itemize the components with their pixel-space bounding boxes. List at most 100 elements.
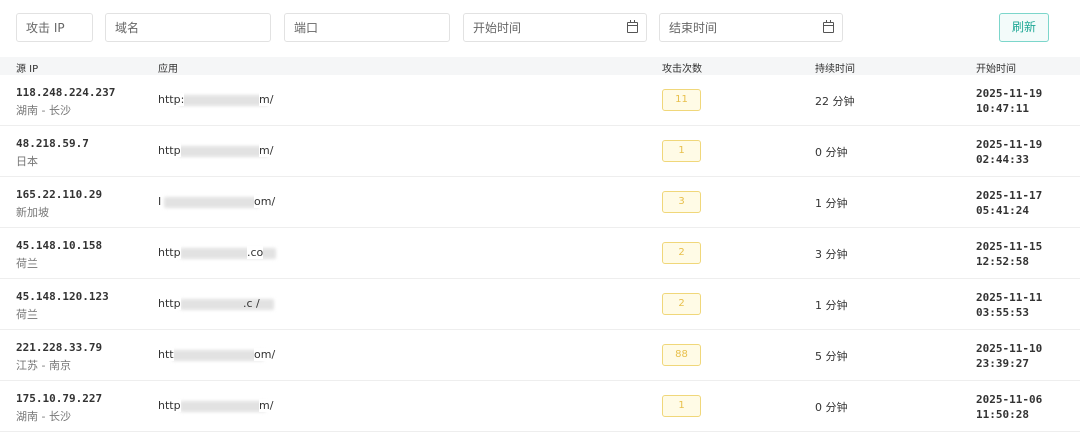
- attack-count-badge: 1: [662, 140, 701, 162]
- port-field[interactable]: [284, 13, 450, 42]
- table-row[interactable]: 118.248.224.237 湖南 - 长沙 http: m/ 11 22 分…: [0, 75, 1080, 126]
- column-header-start-time[interactable]: 开始时间: [976, 60, 1016, 75]
- attack-count-badge: 1: [662, 395, 701, 417]
- app-url-suffix: .c /: [243, 297, 260, 310]
- ip-location: 江苏 - 南京: [16, 359, 71, 372]
- app-url[interactable]: I om/: [158, 195, 276, 211]
- table-row[interactable]: 48.218.59.7 日本 http m/ 1 0 分钟 2025-11-19…: [0, 126, 1080, 177]
- attack-count-badge: 11: [662, 89, 701, 111]
- source-ip: 118.248.224.237: [16, 86, 116, 99]
- source-ip: 45.148.10.158: [16, 239, 103, 252]
- start-time: 2025-11-17 05:41:24: [976, 188, 1042, 218]
- column-header-attack-count[interactable]: 攻击次数: [662, 60, 702, 75]
- duration: 0 分钟: [815, 401, 848, 414]
- start-clock: 03:55:53: [976, 306, 1029, 319]
- attack-count-badge: 2: [662, 242, 701, 264]
- attack-ip-input[interactable]: [26, 14, 92, 41]
- redacted-blur: [172, 350, 264, 361]
- duration: 1 分钟: [815, 197, 848, 210]
- ip-location: 新加坡: [16, 206, 49, 219]
- app-url[interactable]: http: m/: [158, 93, 276, 109]
- start-time: 2025-11-10 23:39:27: [976, 341, 1042, 371]
- start-clock: 05:41:24: [976, 204, 1029, 217]
- start-clock: 02:44:33: [976, 153, 1029, 166]
- app-url-prefix: I: [158, 195, 162, 208]
- attack-count-badge: 88: [662, 344, 701, 366]
- app-url[interactable]: http .co: [158, 246, 276, 262]
- duration: 0 分钟: [815, 146, 848, 159]
- filter-bar: 刷新: [0, 0, 1080, 57]
- app-url-suffix: m/: [259, 93, 274, 106]
- table-row[interactable]: 221.228.33.79 江苏 - 南京 htt om/ 88 5 分钟 20…: [0, 330, 1080, 381]
- attack-ip-field[interactable]: [16, 13, 93, 42]
- table-row[interactable]: 45.148.10.158 荷兰 http .co 2 3 分钟 2025-11…: [0, 228, 1080, 279]
- column-header-duration[interactable]: 持续时间: [815, 60, 855, 75]
- app-url[interactable]: http m/: [158, 144, 276, 160]
- duration: 1 分钟: [815, 299, 848, 312]
- duration: 22 分钟: [815, 95, 855, 108]
- start-date: 2025-11-06: [976, 393, 1043, 406]
- redacted-blur: [178, 95, 268, 106]
- app-url[interactable]: http .c /: [158, 297, 276, 313]
- table-header: 源 IP 应用 攻击次数 持续时间 开始时间: [0, 57, 1080, 75]
- port-input[interactable]: [294, 14, 449, 41]
- start-date: 2025-11-19: [976, 138, 1043, 151]
- attack-count-badge: 2: [662, 293, 701, 315]
- ip-location: 湖南 - 长沙: [16, 410, 71, 423]
- ip-location: 日本: [16, 155, 38, 168]
- start-time-input[interactable]: [473, 14, 623, 41]
- ip-location: 荷兰: [16, 257, 38, 270]
- start-time: 2025-11-11 03:55:53: [976, 290, 1042, 320]
- source-ip: 165.22.110.29: [16, 188, 103, 201]
- table-row[interactable]: 165.22.110.29 新加坡 I om/ 3 1 分钟 2025-11-1…: [0, 177, 1080, 228]
- start-time: 2025-11-06 11:50:28: [976, 392, 1042, 422]
- redacted-blur: [180, 401, 266, 412]
- app-url-suffix: m/: [259, 399, 274, 412]
- source-ip: 221.228.33.79: [16, 341, 103, 354]
- start-clock: 11:50:28: [976, 408, 1029, 421]
- calendar-icon[interactable]: [627, 20, 638, 33]
- start-date: 2025-11-11: [976, 291, 1043, 304]
- attack-count-badge: 3: [662, 191, 701, 213]
- column-header-source-ip[interactable]: 源 IP: [16, 60, 38, 75]
- app-url-suffix: m/: [259, 144, 274, 157]
- source-ip: 175.10.79.227: [16, 392, 103, 405]
- start-date: 2025-11-15: [976, 240, 1043, 253]
- source-ip: 45.148.120.123: [16, 290, 109, 303]
- table-row[interactable]: 175.10.79.227 湖南 - 长沙 http m/ 1 0 分钟 202…: [0, 381, 1080, 432]
- app-url-suffix: .co: [247, 246, 264, 259]
- start-clock: 12:52:58: [976, 255, 1029, 268]
- app-url-suffix: om/: [254, 195, 276, 208]
- app-url-prefix: http: [158, 144, 181, 157]
- start-date: 2025-11-19: [976, 87, 1043, 100]
- start-clock: 10:47:11: [976, 102, 1029, 115]
- app-url[interactable]: http m/: [158, 399, 276, 415]
- start-date: 2025-11-17: [976, 189, 1043, 202]
- start-clock: 23:39:27: [976, 357, 1029, 370]
- domain-field[interactable]: [105, 13, 271, 42]
- start-time: 2025-11-15 12:52:58: [976, 239, 1042, 269]
- app-url-prefix: http:: [158, 93, 185, 106]
- start-date: 2025-11-10: [976, 342, 1043, 355]
- ip-location: 湖南 - 长沙: [16, 104, 71, 117]
- app-url-prefix: http: [158, 297, 181, 310]
- app-url-suffix: om/: [254, 348, 276, 361]
- redacted-blur: [164, 197, 260, 208]
- table-row[interactable]: 45.148.120.123 荷兰 http .c / 2 1 分钟 2025-…: [0, 279, 1080, 330]
- start-time-picker[interactable]: [463, 13, 647, 42]
- ip-location: 荷兰: [16, 308, 38, 321]
- app-url[interactable]: htt om/: [158, 348, 276, 364]
- duration: 5 分钟: [815, 350, 848, 363]
- redacted-blur: [178, 146, 268, 157]
- refresh-button[interactable]: 刷新: [999, 13, 1049, 42]
- start-time: 2025-11-19 02:44:33: [976, 137, 1042, 167]
- app-url-prefix: http: [158, 399, 181, 412]
- end-time-picker[interactable]: [659, 13, 843, 42]
- app-url-prefix: htt: [158, 348, 174, 361]
- start-time: 2025-11-19 10:47:11: [976, 86, 1042, 116]
- duration: 3 分钟: [815, 248, 848, 261]
- domain-input[interactable]: [115, 14, 270, 41]
- calendar-icon[interactable]: [823, 20, 834, 33]
- column-header-app[interactable]: 应用: [158, 60, 178, 75]
- end-time-input[interactable]: [669, 14, 819, 41]
